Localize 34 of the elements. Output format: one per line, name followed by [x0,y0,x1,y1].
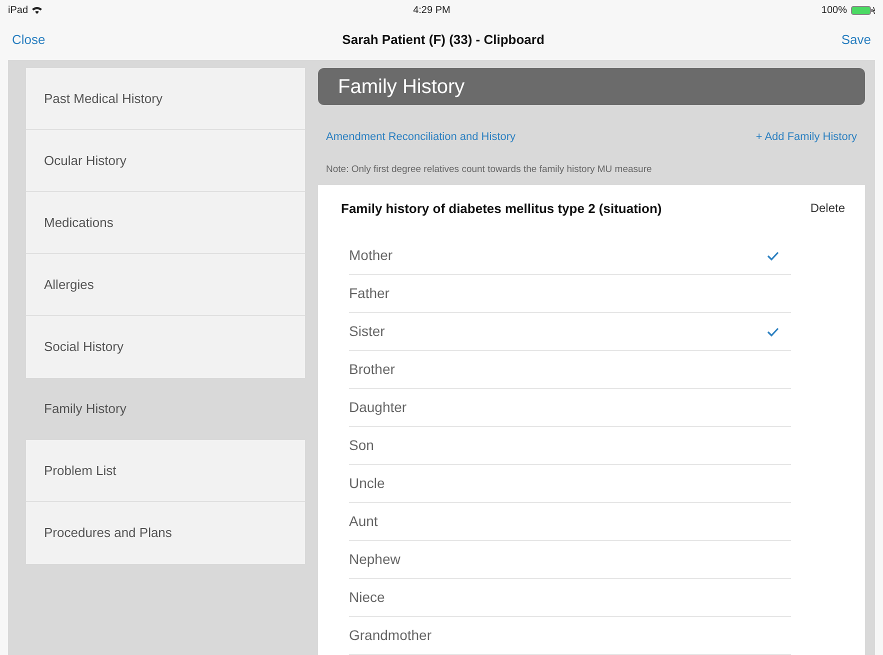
sidebar-item[interactable]: Allergies [26,254,305,316]
amendment-link[interactable]: Amendment Reconciliation and History [326,129,516,146]
device-label: iPad [8,4,28,18]
battery-icon [851,6,875,14]
relative-option[interactable]: Brother [349,351,791,389]
sidebar-item[interactable]: Past Medical History [26,68,305,130]
relative-option[interactable]: Niece [349,579,791,617]
sidebar-item[interactable]: Procedures and Plans [26,502,305,564]
relative-option[interactable]: Daughter [349,389,791,427]
relative-option[interactable]: Father [349,275,791,313]
nav-title: Sarah Patient (F) (33) - Clipboard [342,31,544,50]
sidebar-item[interactable]: Medications [26,192,305,254]
clock-time: 4:29 PM [413,4,450,18]
wifi-icon [32,6,42,14]
save-button[interactable]: Save [841,30,871,50]
relative-option[interactable]: Sister [349,313,791,351]
relative-option[interactable]: Uncle [349,465,791,503]
relative-option[interactable]: Grandmother [349,617,791,655]
relative-option[interactable]: Nephew [349,541,791,579]
checkmark-icon [767,326,779,336]
close-button[interactable]: Close [12,30,46,50]
card-title: Family history of diabetes mellitus type 2 (situation) [341,200,662,218]
relative-option[interactable]: Mother [349,237,791,275]
delete-button[interactable]: Delete [810,199,845,217]
relative-option[interactable]: Son [349,427,791,465]
sidebar-item[interactable]: Ocular History [26,130,305,192]
note-text: Note: Only first degree relatives count towards the family history MU measure [325,162,653,177]
section-header: Family History [318,68,865,106]
sidebar-item[interactable]: Problem List [26,440,305,502]
add-family-history-link[interactable]: + Add Family History [756,129,857,146]
relative-option[interactable]: Aunt [349,503,791,541]
sidebar-item[interactable]: Social History [26,316,305,378]
checkmark-icon [767,250,779,260]
battery-percent: 100% [821,4,847,18]
